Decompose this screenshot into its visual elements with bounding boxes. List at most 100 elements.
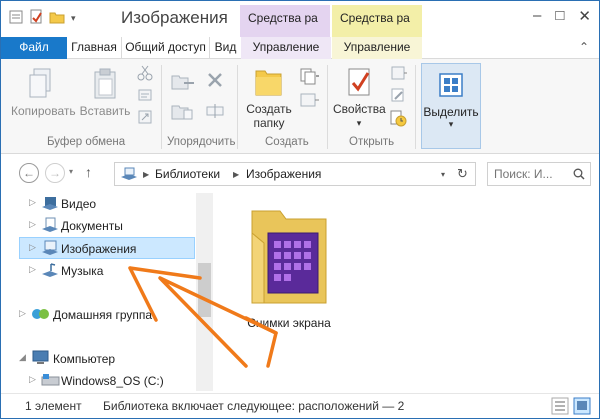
breadcrumb-separator-icon[interactable]: ▶ [233,170,239,179]
rename-icon [206,104,224,118]
new-item-button[interactable] [297,67,321,88]
clipboard-group-label: Буфер обмена [47,136,126,148]
details-view-icon[interactable] [551,397,569,418]
status-bar: 1 элемент Библиотека включает следующее:… [1,393,599,418]
rename-button[interactable] [203,101,229,124]
ribbon-collapse-icon[interactable]: ⌃ [579,40,589,54]
maximize-icon[interactable]: □ [555,7,564,25]
library-icon [121,167,137,180]
paste-button[interactable]: Вставить [77,67,133,118]
select-button[interactable]: Выделить ▾ [421,63,481,149]
folder-item[interactable]: Снимки экрана [239,203,339,330]
title-bar: ▾ Изображения Средства ра Средства ра – … [1,1,599,37]
paste-label: Вставить [79,104,131,118]
move-to-icon [171,75,194,90]
homegroup-icon [31,306,51,325]
tree-expand-icon[interactable]: ▷ [29,242,36,253]
tree-item-video[interactable]: ▷ Видео [19,194,195,214]
tree-item-music[interactable]: ▷ Музыка [19,261,195,281]
scroll-thumb[interactable] [198,263,211,317]
copy-path-icon [138,89,152,101]
copy-to-button[interactable] [169,101,197,126]
breadcrumb-libraries[interactable]: Библиотеки [155,167,220,181]
tab-manage-library[interactable]: Управление [332,37,422,59]
ribbon-separator [415,65,416,149]
paste-icon [94,68,116,99]
tree-expand-icon[interactable]: ▷ [29,219,36,230]
forward-icon[interactable]: → [45,163,65,183]
ribbon-separator [237,65,238,149]
tree-expand-icon[interactable]: ▷ [29,264,36,275]
edit-icon [391,88,404,102]
properties-qat-icon[interactable] [29,9,43,28]
ribbon-separator [327,65,328,149]
tree-expand-icon[interactable]: ▷ [19,308,26,319]
easy-access-icon [300,93,319,107]
address-dropdown-icon[interactable]: ▾ [441,170,445,179]
copy-button[interactable]: Копировать [11,67,76,118]
tree-collapse-icon[interactable]: ◢ [19,352,26,363]
view-buttons [551,397,591,418]
tree-item-documents[interactable]: ▷ Документы [19,216,195,236]
tab-share[interactable]: Общий доступ [121,37,209,59]
search-icon[interactable] [573,168,585,180]
search-box[interactable] [487,162,591,186]
history-button[interactable] [387,109,409,130]
tree-label: Windows8_OS (C:) [61,374,164,388]
up-icon[interactable]: ↑ [85,164,92,180]
recent-locations-icon[interactable]: ▾ [69,167,73,176]
tree-expand-icon[interactable]: ▷ [29,374,36,385]
delete-button[interactable] [203,71,229,94]
refresh-icon[interactable]: ↻ [457,166,468,182]
close-icon[interactable]: ✕ [578,7,591,25]
open-button[interactable] [387,65,409,84]
edit-button[interactable] [387,87,409,106]
tab-home[interactable]: Главная [67,37,121,59]
tab-view[interactable]: Вид [209,37,241,59]
delete-icon [208,73,222,87]
cut-button[interactable] [135,65,155,84]
tree-label: Музыка [61,264,104,278]
paste-shortcut-icon [138,110,152,124]
breadcrumb-separator-icon[interactable]: ▶ [143,170,149,179]
window-title: Изображения [121,8,228,27]
large-icons-view-icon[interactable] [573,397,591,418]
address-bar[interactable]: ▶ Библиотеки ▶ Изображения ▾ ↻ [114,162,476,186]
easy-access-button[interactable] [297,91,321,112]
copy-to-icon [171,105,193,120]
scissors-icon [137,65,153,81]
tree-label: Компьютер [53,352,116,366]
new-folder-qat-icon[interactable] [49,10,65,27]
back-icon[interactable]: ← [19,163,39,183]
tree-item-computer[interactable]: ◢ Компьютер [11,349,195,369]
tree-item-homegroup[interactable]: ▷ Домашняя группа [11,305,195,325]
qat-dropdown-icon[interactable]: ▾ [71,13,76,24]
app-menu-icon[interactable] [9,10,23,27]
tree-item-images[interactable]: ▷ Изображения [19,237,195,259]
new-folder-button[interactable]: Создать папку [243,65,295,130]
caption-buttons: – □ ✕ [533,7,591,25]
minimize-icon[interactable]: – [533,7,541,25]
explorer-window: ▾ Изображения Средства ра Средства ра – … [0,0,600,419]
tab-manage-pictures[interactable]: Управление [241,37,331,59]
video-icon [41,195,59,214]
breadcrumb-images[interactable]: Изображения [246,167,321,181]
paste-shortcut-button[interactable] [135,109,155,128]
select-label: Выделить [423,105,479,119]
new-folder-label-line1: Создать [246,102,292,116]
search-input[interactable] [494,164,574,184]
context-tab-pictures-tools: Средства ра [240,5,330,37]
computer-icon [31,350,51,369]
navigation-pane: ▷ Видео ▷ Документы ▷ Изображения ▷ Музы… [1,193,213,391]
tree-item-drive-c[interactable]: ▷ Windows8_OS (C:) [19,371,195,391]
tree-expand-icon[interactable]: ▷ [29,197,36,208]
tab-file[interactable]: Файл [1,37,67,59]
copy-path-button[interactable] [135,87,155,106]
tree-label: Изображения [61,242,137,256]
nav-pane-scrollbar[interactable] [196,193,213,391]
tree-label: Документы [61,219,123,233]
move-to-button[interactable] [169,71,197,96]
create-group-label: Создать [265,136,309,148]
properties-dropdown-icon[interactable]: ▾ [333,116,385,130]
properties-button[interactable]: Свойства ▾ [333,65,386,130]
